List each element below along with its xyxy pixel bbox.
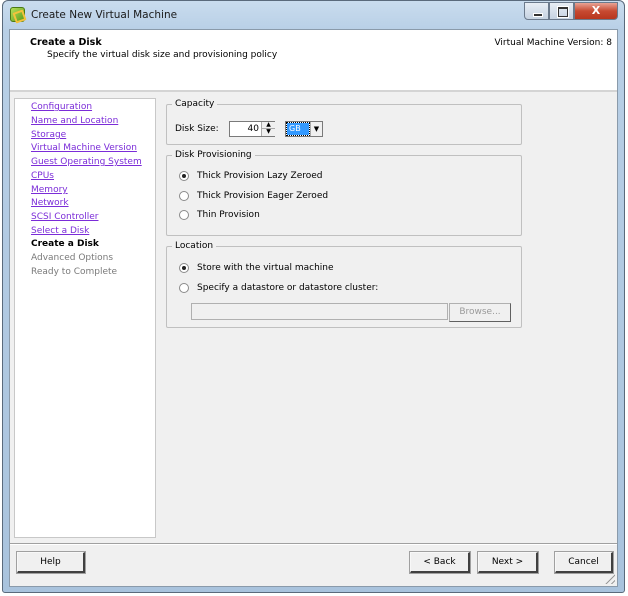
wizard-client-area: Create a Disk Specify the virtual disk s… xyxy=(9,29,618,587)
disk-provisioning-group: Disk Provisioning Thick Provision Lazy Z… xyxy=(166,150,522,236)
nav-item-select-a-disk[interactable]: Select a Disk xyxy=(31,226,89,236)
back-button[interactable]: < Back xyxy=(409,551,471,574)
caption-buttons: X xyxy=(524,2,618,20)
resize-grip-icon[interactable] xyxy=(603,572,615,584)
vm-version-label: Virtual Machine Version: 8 xyxy=(494,38,612,48)
nav-item-vm-version[interactable]: Virtual Machine Version xyxy=(31,143,137,153)
radio-label: Thick Provision Eager Zeroed xyxy=(197,191,329,201)
radio-button-icon[interactable] xyxy=(179,210,189,220)
step-title: Create a Disk xyxy=(30,37,102,48)
radio-store-with-vm[interactable]: Store with the virtual machine xyxy=(179,263,334,273)
nav-item-ready-to-complete: Ready to Complete xyxy=(31,267,118,277)
nav-item-configuration[interactable]: Configuration xyxy=(31,102,92,112)
cancel-button[interactable]: Cancel xyxy=(554,551,614,574)
close-button[interactable]: X xyxy=(574,2,618,20)
nav-item-create-a-disk: Create a Disk xyxy=(31,239,99,249)
wizard-window: Create New Virtual Machine X Create a Di… xyxy=(2,0,625,593)
nav-item-scsi-controller[interactable]: SCSI Controller xyxy=(31,212,99,222)
capacity-legend: Capacity xyxy=(175,99,215,109)
disk-size-unit-dropdown[interactable]: GB ▼ xyxy=(285,121,323,137)
radio-button-icon[interactable] xyxy=(179,171,189,181)
disk-size-label: Disk Size: xyxy=(175,124,219,134)
radio-button-icon[interactable] xyxy=(179,283,189,293)
wizard-steps-nav: Configuration Name and Location Storage … xyxy=(14,98,156,538)
nav-item-guest-os[interactable]: Guest Operating System xyxy=(31,157,142,167)
stepper-buttons: ▲ ▼ xyxy=(261,122,275,136)
disk-size-value: 40 xyxy=(247,124,259,134)
disk-size-stepper[interactable]: 40 ▲ ▼ xyxy=(229,121,275,137)
browse-button[interactable]: Browse... xyxy=(449,303,511,322)
radio-thin-provision[interactable]: Thin Provision xyxy=(179,210,260,220)
location-group: Location Store with the virtual machine … xyxy=(166,241,522,328)
datastore-input[interactable] xyxy=(191,303,448,320)
window-title: Create New Virtual Machine xyxy=(31,9,178,21)
nav-item-memory[interactable]: Memory xyxy=(31,185,68,195)
nav-item-advanced-options: Advanced Options xyxy=(31,253,114,263)
nav-item-name-and-location[interactable]: Name and Location xyxy=(31,116,118,126)
radio-button-icon[interactable] xyxy=(179,191,189,201)
disk-size-unit-value: GB xyxy=(286,122,310,136)
nav-item-storage[interactable]: Storage xyxy=(31,130,66,140)
nav-item-cpus[interactable]: CPUs xyxy=(31,171,54,181)
radio-label: Specify a datastore or datastore cluster… xyxy=(197,283,379,293)
capacity-group: Capacity Disk Size: 40 ▲ ▼ GB ▼ xyxy=(166,99,522,145)
next-button[interactable]: Next > xyxy=(477,551,539,574)
vsphere-app-icon xyxy=(10,7,25,22)
radio-thick-eager-zeroed[interactable]: Thick Provision Eager Zeroed xyxy=(179,191,328,201)
location-legend: Location xyxy=(175,241,214,251)
maximize-button[interactable] xyxy=(549,2,574,20)
close-icon: X xyxy=(591,4,601,17)
help-button[interactable]: Help xyxy=(16,551,86,574)
step-subtitle: Specify the virtual disk size and provis… xyxy=(47,50,278,60)
title-bar[interactable]: Create New Virtual Machine X xyxy=(3,1,624,29)
wizard-header: Create a Disk Specify the virtual disk s… xyxy=(10,30,617,92)
radio-label: Thick Provision Lazy Zeroed xyxy=(197,171,323,181)
footer-divider xyxy=(10,543,617,545)
chevron-down-icon[interactable]: ▼ xyxy=(310,122,322,136)
decrement-arrow-icon[interactable]: ▼ xyxy=(262,129,275,136)
radio-button-icon[interactable] xyxy=(179,263,189,273)
radio-label: Store with the virtual machine xyxy=(197,263,334,273)
radio-label: Thin Provision xyxy=(197,210,260,220)
radio-thick-lazy-zeroed[interactable]: Thick Provision Lazy Zeroed xyxy=(179,171,323,181)
minimize-button[interactable] xyxy=(524,2,549,20)
nav-item-network[interactable]: Network xyxy=(31,198,69,208)
radio-specify-datastore[interactable]: Specify a datastore or datastore cluster… xyxy=(179,283,378,293)
disk-provisioning-legend: Disk Provisioning xyxy=(175,150,252,160)
